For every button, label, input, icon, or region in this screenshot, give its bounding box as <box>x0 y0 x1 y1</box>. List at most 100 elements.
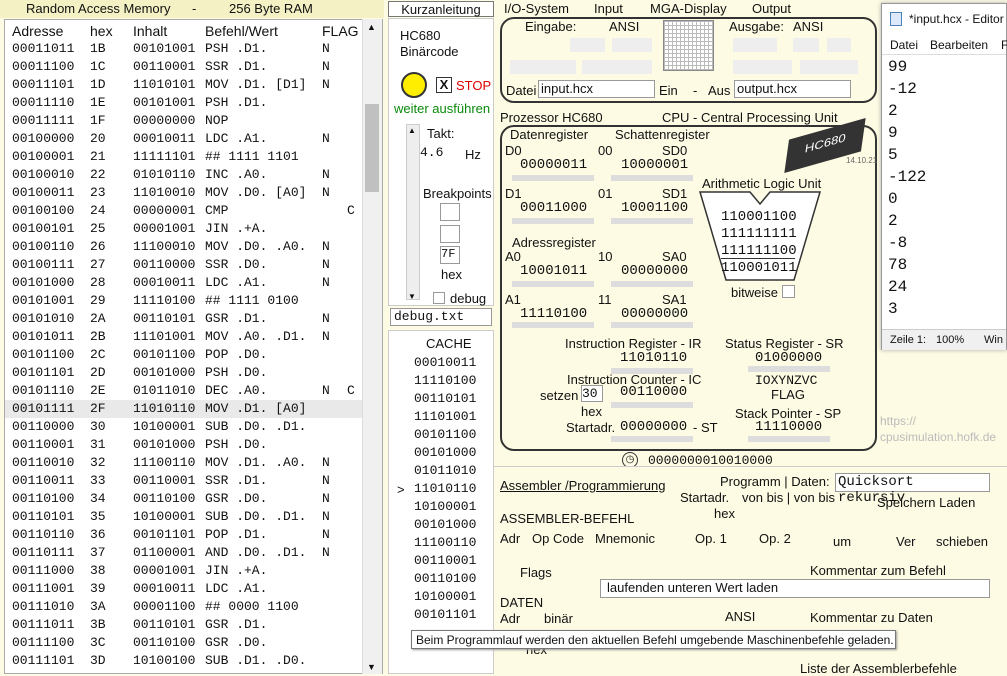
debug-checkbox[interactable] <box>433 292 445 304</box>
debug-file-input[interactable]: debug.txt <box>390 308 492 326</box>
ram-row[interactable]: 00110110 36 00101101 POP .D1. N <box>5 526 367 544</box>
ein-button[interactable]: Ein <box>659 83 678 98</box>
ram-row[interactable]: 00110000 30 10100001 SUB .D0. .D1. <box>5 418 367 436</box>
ram-row[interactable]: 00101001 29 11110100 ## 1111 0100 <box>5 292 367 310</box>
notepad-line[interactable]: 24 <box>888 278 907 296</box>
ram-row[interactable]: 00100101 25 00001001 JIN .+A. <box>5 220 367 238</box>
stop-label[interactable]: STOP <box>456 78 491 93</box>
ram-row[interactable]: 00011110 1E 00101001 PSH .D1. <box>5 94 367 112</box>
ram-row[interactable]: 00111101 3D 10100100 SUB .D1. .D0. <box>5 652 367 670</box>
stop-x-button[interactable]: X <box>436 77 452 93</box>
assembler-link[interactable]: Assembler /Programmierung <box>500 478 665 493</box>
ram-row[interactable]: 00111001 39 00010011 LDC .A1. <box>5 580 367 598</box>
ram-addr: 00111101 <box>12 653 75 668</box>
ram-row[interactable]: 00111100 3C 00110100 GSR .D0. <box>5 634 367 652</box>
ram-addr: 00101011 <box>12 329 75 344</box>
notepad-line[interactable]: 0 <box>888 190 898 208</box>
ram-addr: 00100111 <box>12 257 75 272</box>
adressregister-label: Adressregister <box>512 235 596 250</box>
menu-io-system[interactable]: I/O-System <box>504 1 569 16</box>
notepad-line[interactable]: 5 <box>888 146 898 164</box>
notepad-line[interactable]: 9 <box>888 124 898 142</box>
run-lamp-icon[interactable] <box>401 72 427 98</box>
scroll-up-icon[interactable]: ▲ <box>367 22 376 32</box>
menu-mga-display[interactable]: MGA-Display <box>650 1 727 16</box>
notepad-line[interactable]: 78 <box>888 256 907 274</box>
ram-row[interactable]: 00110001 31 00101000 PSH .D0. <box>5 436 367 454</box>
ram-row[interactable]: 00011101 1D 11010101 MOV .D1. [D1] N <box>5 76 367 94</box>
input-file-field[interactable]: input.hcx <box>538 80 655 98</box>
ram-flag-n: N <box>322 509 330 524</box>
weiter-ausfuehren-link[interactable]: weiter ausführen <box>394 101 490 116</box>
breakpoint-2-input[interactable] <box>440 225 460 243</box>
takt-input[interactable]: 4.6 <box>420 145 462 161</box>
notepad-menu-datei[interactable]: Datei <box>890 38 918 52</box>
ram-row[interactable]: 00101000 28 00010011 LDC .A1. N <box>5 274 367 292</box>
bitweise-checkbox[interactable] <box>782 285 795 298</box>
menu-output[interactable]: Output <box>752 1 791 16</box>
cpu-title: CPU - Central Processing Unit <box>662 110 838 125</box>
ram-row[interactable]: 00110101 35 10100001 SUB .D0. .D1. N <box>5 508 367 526</box>
menu-input[interactable]: Input <box>594 1 623 16</box>
befehl-kommentar-input[interactable]: laufenden unteren Wert laden <box>600 579 990 598</box>
ram-row[interactable]: 00101110 2E 01011010 DEC .A0. N C <box>5 382 367 400</box>
ram-row[interactable]: 00101010 2A 00110101 GSR .D1. N <box>5 310 367 328</box>
output-file-field[interactable]: output.hcx <box>734 80 851 98</box>
speichern-laden-button[interactable]: Speichern Laden <box>877 495 975 510</box>
notepad-line[interactable]: -12 <box>888 80 917 98</box>
ram-content: 00110101 <box>133 617 196 632</box>
slider-up-icon[interactable]: ▲ <box>408 126 416 135</box>
ram-flag-n: N <box>322 455 330 470</box>
ram-row[interactable]: 00110100 34 00110100 GSR .D0. N <box>5 490 367 508</box>
ram-row[interactable]: 00100010 22 01010110 INC .A0. N <box>5 166 367 184</box>
ram-row[interactable]: 00101111 2F 11010110 MOV .D1. [A0] <box>5 400 367 418</box>
ram-flag-c: C <box>347 383 355 398</box>
notepad-window[interactable]: *input.hcx - Editor Datei Bearbeiten F 9… <box>881 3 1007 350</box>
ram-row[interactable]: 00100111 27 00110000 SSR .D0. N <box>5 256 367 274</box>
notepad-line[interactable]: 2 <box>888 102 898 120</box>
ram-row[interactable]: 00100001 21 11111101 ## 1111 1101 <box>5 148 367 166</box>
slider-down-icon[interactable]: ▼ <box>408 292 416 301</box>
kurzanleitung-button[interactable]: Kurzanleitung <box>388 1 494 17</box>
ram-row[interactable]: 00011100 1C 00110001 SSR .D1. N <box>5 58 367 76</box>
notepad-line[interactable]: -8 <box>888 234 907 252</box>
ram-row[interactable]: 00100110 26 11100010 MOV .D0. .A0. N <box>5 238 367 256</box>
ram-row[interactable]: 00110010 32 11100110 MOV .D1. .A0. N <box>5 454 367 472</box>
takt-slider[interactable] <box>406 124 420 300</box>
ram-row[interactable]: 00111011 3B 00110101 GSR .D1. <box>5 616 367 634</box>
notepad-menu-bearbeiten[interactable]: Bearbeiten <box>930 38 988 52</box>
breakpoint-1-input[interactable] <box>440 203 460 221</box>
ram-hex: 22 <box>90 167 106 182</box>
ram-row[interactable]: 00011011 1B 00101001 PSH .D1. N <box>5 40 367 58</box>
ram-scroll-thumb[interactable] <box>365 104 379 192</box>
ram-row[interactable]: 00110111 37 01100001 AND .D0. .D1. N <box>5 544 367 562</box>
ram-row[interactable]: 00101011 2B 11101001 MOV .A0. .D1. N <box>5 328 367 346</box>
scroll-down-icon[interactable]: ▼ <box>367 662 376 672</box>
ram-command: AND .D0. .D1. <box>205 545 307 560</box>
notepad-line[interactable]: 2 <box>888 212 898 230</box>
ram-row[interactable]: 00111000 38 00001001 JIN .+A. <box>5 562 367 580</box>
breakpoint-3-input[interactable]: 7F <box>440 246 460 264</box>
notepad-menu-format[interactable]: F <box>1001 38 1007 52</box>
ram-hex: 25 <box>90 221 106 236</box>
notepad-line[interactable]: 3 <box>888 300 898 318</box>
ram-row[interactable]: 00011111 1F 00000000 NOP <box>5 112 367 130</box>
ram-hex: 39 <box>90 581 106 596</box>
program-name-input[interactable]: Quicksort rekursiv <box>835 473 990 506</box>
ram-addr: 00110010 <box>12 455 75 470</box>
ram-row[interactable]: 00111010 3A 00001100 ## 0000 1100 <box>5 598 367 616</box>
ram-row[interactable]: 00101101 2D 00101000 PSH .D0. <box>5 364 367 382</box>
ram-row[interactable]: 00100011 23 11010010 MOV .D0. [A0] N <box>5 184 367 202</box>
notepad-line[interactable]: 99 <box>888 58 907 76</box>
d1-label: D1 <box>505 186 522 201</box>
mga-display-grid[interactable] <box>663 20 714 71</box>
ram-table[interactable]: Adresse hex Inhalt Befehl/Wert FLAG 0001… <box>4 19 383 674</box>
ram-row[interactable]: 00110011 33 00110001 SSR .D1. N <box>5 472 367 490</box>
notepad-line[interactable]: -122 <box>888 168 926 186</box>
setzen-input[interactable]: 30 <box>581 385 603 402</box>
aus-button[interactable]: Aus <box>708 83 730 98</box>
ram-row[interactable]: 00101100 2C 00101100 POP .D0. <box>5 346 367 364</box>
ram-row[interactable]: 00100100 24 00000001 CMP C <box>5 202 367 220</box>
ram-addr: 00111000 <box>12 563 75 578</box>
ram-row[interactable]: 00100000 20 00010011 LDC .A1. N <box>5 130 367 148</box>
